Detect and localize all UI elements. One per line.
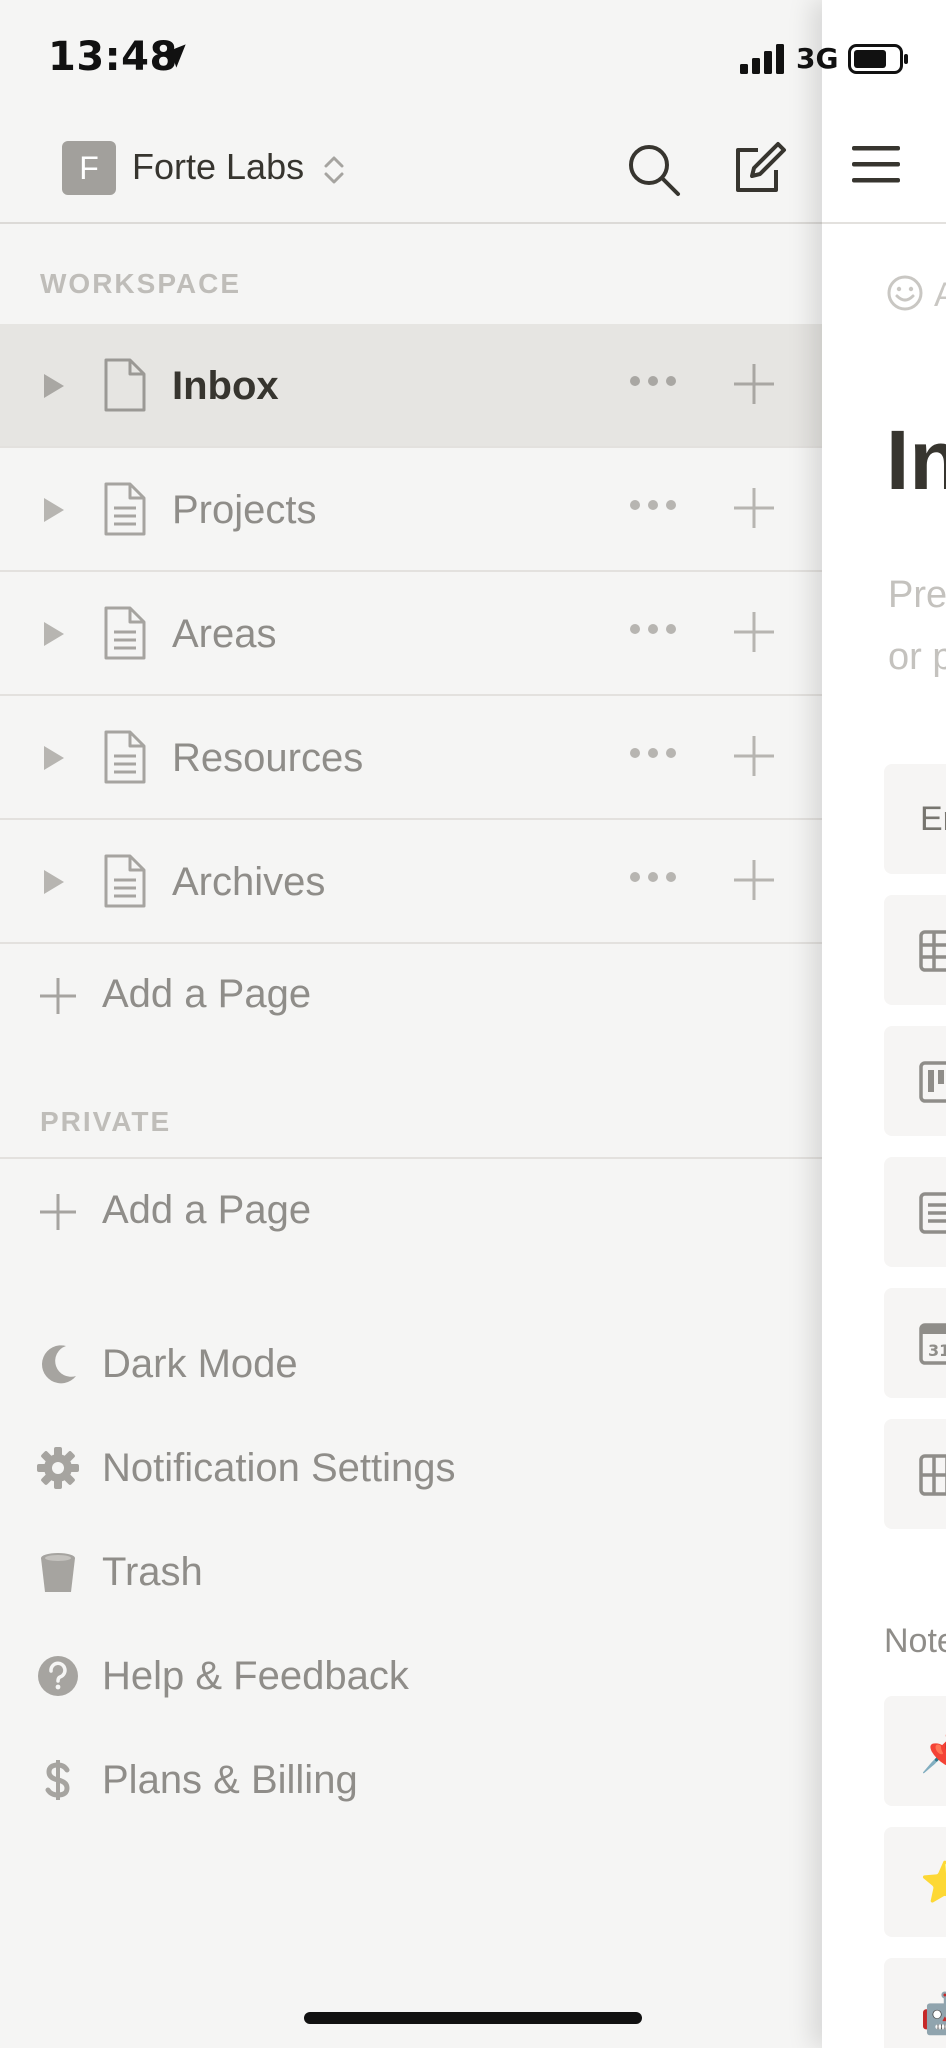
board-option[interactable]: [884, 1026, 946, 1136]
page-icon: [104, 606, 146, 660]
workspace-avatar[interactable]: F: [62, 141, 116, 195]
home-indicator[interactable]: [304, 2012, 642, 2024]
content-header-divider: [822, 222, 946, 224]
help-icon: [38, 1656, 78, 1696]
add-icon-smiley-icon[interactable]: [886, 274, 924, 312]
note-item[interactable]: 📌: [884, 1696, 946, 1806]
trash-icon: [41, 1553, 75, 1592]
moon-icon: [42, 1345, 76, 1384]
page-icon: [104, 482, 146, 536]
more-options-icon[interactable]: [628, 870, 678, 884]
sidebar-item-archives[interactable]: Archives: [0, 820, 822, 944]
table-icon: [919, 930, 946, 972]
star-icon: ⭐: [920, 1861, 946, 1905]
workspace-section-label: WORKSPACE: [40, 268, 242, 299]
calendar-option[interactable]: 31: [884, 1288, 946, 1398]
list-icon: [919, 1192, 946, 1234]
dark-mode-button[interactable]: Dark Mode: [0, 1322, 822, 1408]
expand-toggle-icon[interactable]: [42, 868, 66, 896]
plans-billing-button[interactable]: Plans & Billing: [0, 1738, 822, 1824]
sidebar-item-label: Projects: [172, 488, 317, 532]
notification-settings-label: Notification Settings: [102, 1446, 456, 1490]
sidebar-item-label: Areas: [172, 612, 277, 656]
workspace-name[interactable]: Forte Labs: [132, 146, 304, 188]
sidebar-item-areas[interactable]: Areas: [0, 572, 822, 696]
gallery-option[interactable]: [884, 1419, 946, 1529]
notes-section-label: Note: [884, 1622, 946, 1660]
add-subpage-icon[interactable]: [732, 858, 776, 902]
more-options-icon[interactable]: [628, 746, 678, 760]
empty-page-text: Er: [920, 800, 946, 838]
page-content-panel[interactable]: A In Pre or p Er 31: [822, 0, 946, 2048]
expand-toggle-icon[interactable]: [42, 620, 66, 648]
page-description-line: or p: [888, 636, 946, 678]
add-subpage-icon[interactable]: [732, 610, 776, 654]
trash-label: Trash: [102, 1550, 203, 1594]
add-subpage-icon[interactable]: [732, 734, 776, 778]
workspace-switch-icon[interactable]: [322, 152, 346, 188]
expand-toggle-icon[interactable]: [42, 372, 66, 400]
plus-icon: [40, 978, 76, 1014]
more-options-icon[interactable]: [628, 498, 678, 512]
sidebar: F Forte Labs WORKSPACE Inbox Projects Ar…: [0, 0, 822, 2048]
page-icon: [104, 358, 146, 412]
plus-icon: [40, 1194, 76, 1230]
search-icon[interactable]: [624, 140, 684, 200]
sidebar-item-resources[interactable]: Resources: [0, 696, 822, 820]
note-item[interactable]: 🤖: [884, 1958, 946, 2048]
page-icon: [104, 730, 146, 784]
page-icon: [104, 854, 146, 908]
expand-toggle-icon[interactable]: [42, 744, 66, 772]
more-options-icon[interactable]: [628, 622, 678, 636]
private-add-page-button[interactable]: Add a Page: [0, 1162, 822, 1262]
calendar-icon: 31: [919, 1323, 946, 1365]
notification-settings-button[interactable]: Notification Settings: [0, 1426, 822, 1512]
robot-icon: 🤖: [920, 1992, 946, 2036]
note-item[interactable]: ⭐: [884, 1827, 946, 1937]
help-feedback-label: Help & Feedback: [102, 1654, 409, 1698]
sidebar-item-label: Resources: [172, 736, 364, 780]
add-page-label: Add a Page: [102, 1188, 312, 1232]
more-options-icon[interactable]: [628, 374, 678, 388]
add-page-label: Add a Page: [102, 972, 312, 1016]
add-subpage-icon[interactable]: [732, 486, 776, 530]
dark-mode-label: Dark Mode: [102, 1342, 298, 1386]
pushpin-icon: 📌: [920, 1730, 946, 1774]
compose-icon[interactable]: [728, 138, 788, 198]
page-description: Pre or p: [888, 564, 946, 688]
page-description-line: Pre: [888, 574, 946, 616]
add-icon-text[interactable]: A: [934, 276, 946, 315]
add-subpage-icon[interactable]: [732, 362, 776, 406]
table-option[interactable]: [884, 895, 946, 1005]
page-title[interactable]: In: [886, 412, 946, 509]
empty-page-option[interactable]: Er: [884, 764, 946, 874]
sidebar-item-label: Archives: [172, 860, 326, 904]
help-feedback-button[interactable]: Help & Feedback: [0, 1634, 822, 1720]
expand-toggle-icon[interactable]: [42, 496, 66, 524]
svg-text:31: 31: [928, 1341, 946, 1360]
private-divider: [0, 1157, 822, 1159]
workspace-header: F Forte Labs: [0, 120, 822, 224]
dollar-icon: [45, 1760, 70, 1800]
sidebar-item-label: Inbox: [172, 364, 279, 408]
plans-billing-label: Plans & Billing: [102, 1758, 358, 1802]
workspace-add-page-button[interactable]: Add a Page: [0, 946, 822, 1046]
list-option[interactable]: [884, 1157, 946, 1267]
gear-icon: [37, 1447, 79, 1489]
trash-button[interactable]: Trash: [0, 1530, 822, 1616]
sidebar-item-inbox[interactable]: Inbox: [0, 324, 822, 448]
gallery-icon: [919, 1454, 946, 1496]
private-section-label: PRIVATE: [40, 1106, 172, 1137]
board-icon: [919, 1061, 946, 1103]
sidebar-item-projects[interactable]: Projects: [0, 448, 822, 572]
hamburger-menu-icon[interactable]: [852, 144, 900, 184]
